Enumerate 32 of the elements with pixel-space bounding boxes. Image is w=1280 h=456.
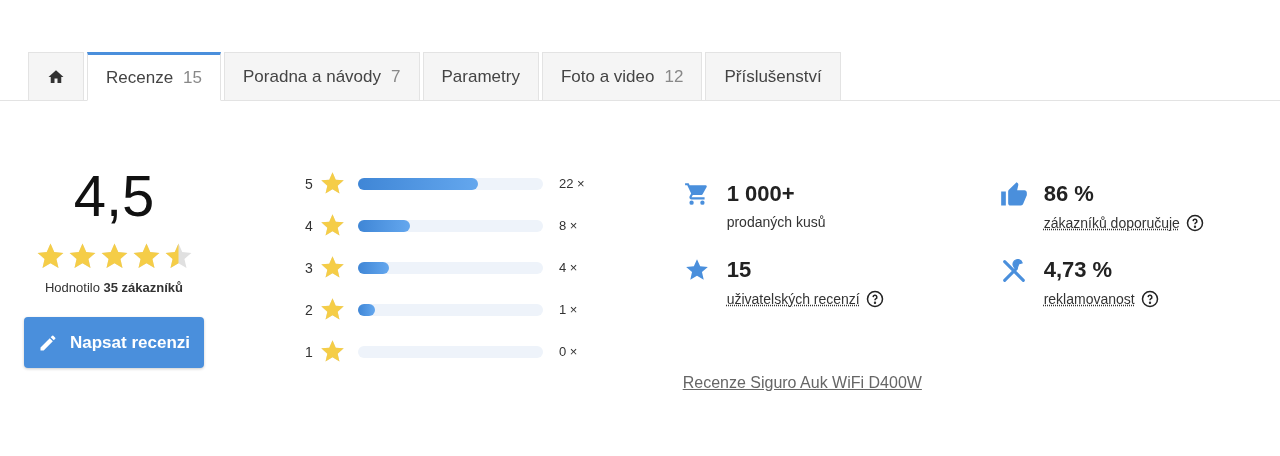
help-icon[interactable] [1140, 290, 1159, 308]
help-icon[interactable] [1185, 214, 1204, 232]
stat-value: 86 % [1043, 180, 1095, 208]
rating-count: 1 × [559, 302, 578, 317]
reviews-link[interactable]: Recenze Siguro Auk WiFi D400W [682, 374, 1240, 392]
rating-count: 8 × [559, 218, 578, 233]
rating-score: 4,5 [73, 163, 155, 229]
star-level-label: 2 [305, 301, 314, 318]
star-level-label: 4 [305, 217, 314, 234]
help-icon[interactable] [865, 290, 884, 308]
stat-label: reklamovanost [1043, 291, 1135, 307]
thumbs-up-icon [999, 181, 1028, 209]
rating-count: 22 × [559, 176, 585, 191]
rating-count: 0 × [559, 344, 578, 359]
rating-count: 4 × [559, 260, 578, 275]
stat-label: zákazníků doporučuje [1043, 215, 1180, 231]
tab[interactable]: Příslušenství [705, 52, 841, 101]
stat-label: prodaných kusů [726, 214, 826, 230]
stat-value: 4,73 % [1043, 256, 1114, 284]
tab[interactable]: Foto a video 12 [541, 52, 703, 101]
star-level-label: 3 [305, 259, 314, 276]
home-tab[interactable] [28, 52, 84, 101]
star-level-label: 5 [305, 175, 314, 192]
cart-icon [683, 181, 710, 207]
tab[interactable]: Recenze 15 [87, 52, 222, 101]
tab[interactable]: Parametry [422, 52, 539, 101]
stat-value: 15 [726, 256, 753, 284]
stat-label: uživatelských recenzí [726, 291, 860, 307]
star-level-label: 1 [305, 343, 314, 360]
stat-value: 1 000+ [726, 180, 796, 208]
rating-count-text: Hodnotilo 35 zákazníků [44, 280, 183, 295]
tab[interactable]: Poradna a návody 7 [224, 52, 420, 101]
